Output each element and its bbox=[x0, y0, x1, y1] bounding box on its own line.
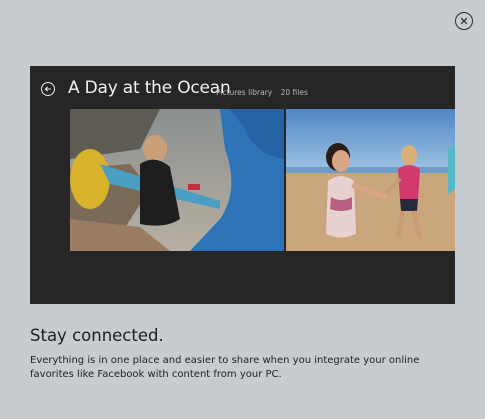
library-label: Pictures library bbox=[216, 88, 273, 97]
headline: Stay connected. bbox=[30, 326, 164, 345]
album-meta: Pictures library 20 files bbox=[216, 88, 314, 97]
description-line: favorites like Facebook with content fro… bbox=[30, 369, 282, 380]
back-arrow-icon[interactable] bbox=[41, 82, 55, 96]
description-text: Everything is in one place and easier to… bbox=[30, 354, 450, 382]
photo-thumbnail[interactable] bbox=[70, 109, 284, 251]
description-line: Everything is in one place and easier to… bbox=[30, 355, 420, 366]
file-count: 20 files bbox=[280, 88, 308, 97]
close-icon[interactable] bbox=[455, 12, 473, 30]
album-title: A Day at the Ocean bbox=[68, 78, 231, 98]
photo-surfer-icon bbox=[70, 109, 284, 251]
album-preview: A Day at the Ocean Pictures library 20 f… bbox=[30, 66, 455, 304]
photo-thumbnail[interactable] bbox=[286, 109, 455, 251]
photo-friends-icon bbox=[286, 109, 455, 251]
